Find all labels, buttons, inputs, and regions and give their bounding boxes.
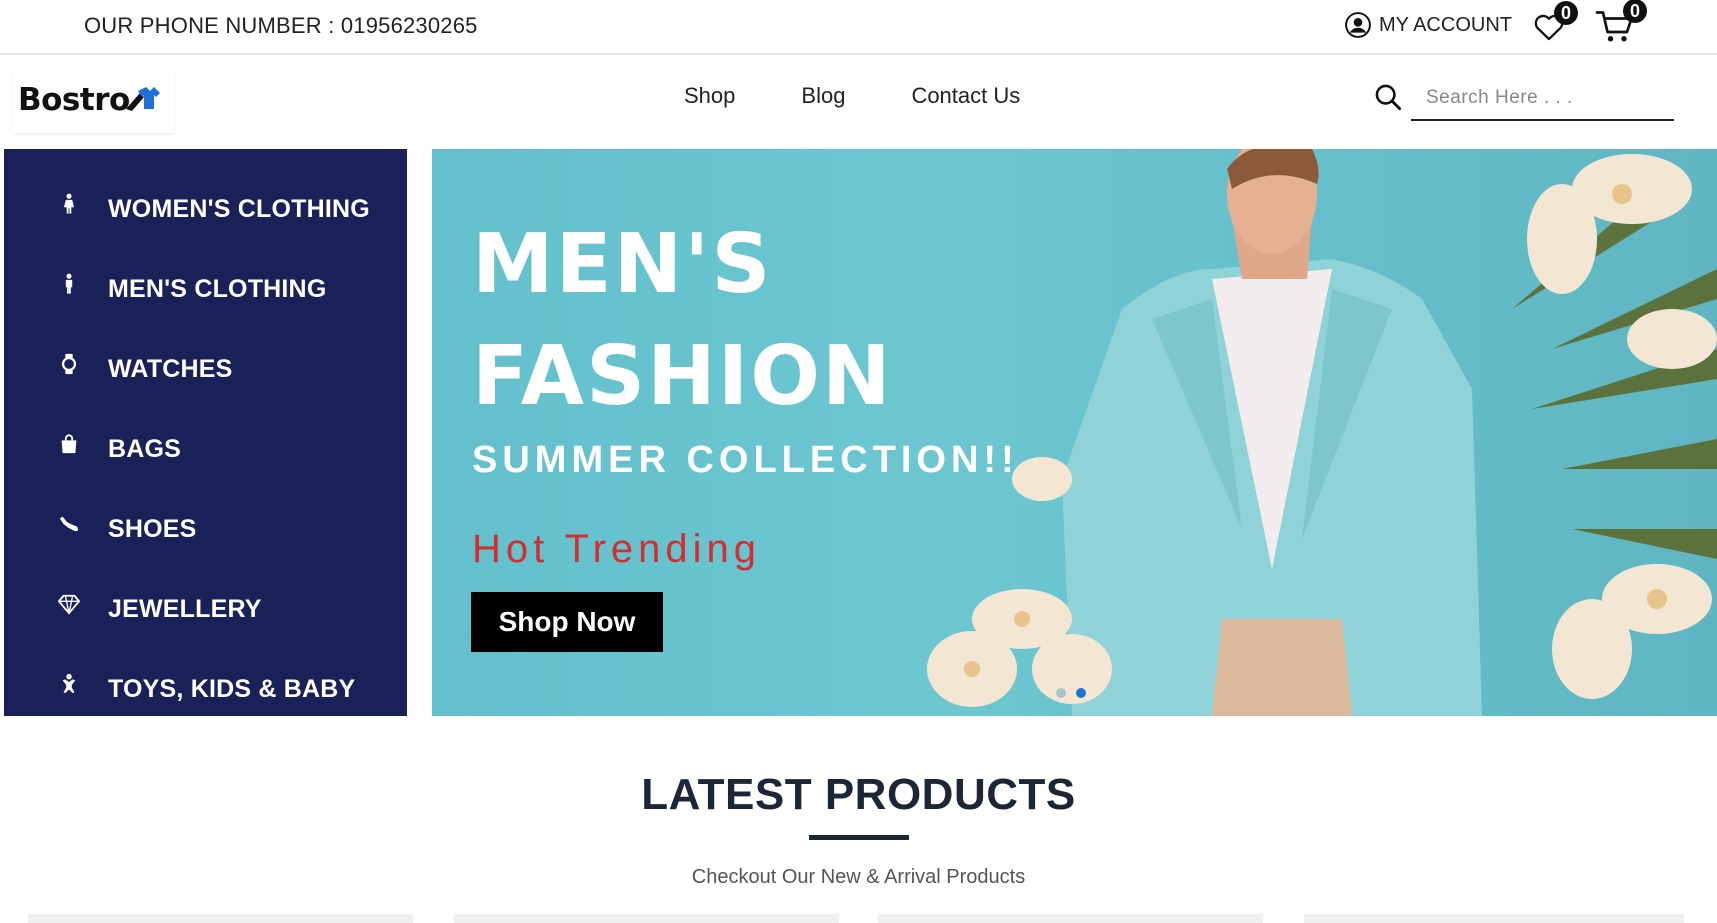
category-label: WATCHES bbox=[108, 354, 233, 383]
watch-icon bbox=[54, 349, 84, 379]
category-jewellery[interactable]: JEWELLERY bbox=[4, 569, 407, 649]
top-bar: OUR PHONE NUMBER : 01956230265 MY ACCOUN… bbox=[0, 0, 1717, 55]
shop-now-button[interactable]: Shop Now bbox=[471, 592, 663, 652]
section-subtitle: Checkout Our New & Arrival Products bbox=[691, 866, 1026, 888]
carousel-dot-1[interactable] bbox=[1056, 688, 1066, 698]
my-account-link[interactable]: MY ACCOUNT bbox=[1345, 12, 1512, 38]
category-toys-kids-baby[interactable]: TOYS, KIDS & BABY bbox=[4, 649, 407, 729]
shoe-icon bbox=[54, 509, 84, 539]
phone-number: OUR PHONE NUMBER : 01956230265 bbox=[84, 13, 478, 38]
male-icon bbox=[54, 269, 84, 299]
search-input[interactable] bbox=[1411, 77, 1674, 119]
category-bags[interactable]: BAGS bbox=[4, 409, 407, 489]
wishlist-count-badge: 0 bbox=[1554, 1, 1578, 25]
product-card[interactable] bbox=[1304, 914, 1684, 923]
cart-button[interactable]: 0 bbox=[1595, 0, 1647, 44]
female-icon bbox=[54, 189, 84, 219]
main-nav: Shop Blog Contact Us bbox=[684, 83, 1020, 109]
diamond-icon bbox=[54, 589, 84, 619]
product-card[interactable] bbox=[454, 914, 839, 923]
bag-icon bbox=[54, 429, 84, 459]
logo-text: Bostro bbox=[18, 82, 130, 118]
category-womens-clothing[interactable]: WOMEN'S CLOTHING bbox=[4, 169, 407, 249]
category-mens-clothing[interactable]: MEN'S CLOTHING bbox=[4, 249, 407, 329]
cart-count-badge: 0 bbox=[1623, 0, 1647, 23]
carousel-dots bbox=[1056, 688, 1086, 698]
nav-contact-us[interactable]: Contact Us bbox=[911, 83, 1020, 109]
category-watches[interactable]: WATCHES bbox=[4, 329, 407, 409]
logo-shirt-icon bbox=[125, 87, 160, 111]
category-label: TOYS, KIDS & BABY bbox=[108, 674, 356, 703]
wishlist-button[interactable]: 0 bbox=[1532, 1, 1578, 44]
carousel-dot-2[interactable] bbox=[1076, 688, 1086, 698]
site-logo[interactable]: Bostro bbox=[12, 67, 174, 133]
main-header: Bostro Shop Blog Contact Us bbox=[0, 57, 1717, 143]
baby-icon bbox=[54, 669, 84, 699]
user-circle-icon bbox=[1345, 12, 1371, 38]
hero-subtitle: SUMMER COLLECTION!! bbox=[472, 439, 1019, 481]
category-label: SHOES bbox=[108, 514, 197, 543]
product-card[interactable] bbox=[878, 914, 1263, 923]
hero-model-image bbox=[927, 149, 1717, 716]
hero-banner: MEN'S FASHION SUMMER COLLECTION!! Hot Tr… bbox=[432, 149, 1717, 716]
search-icon[interactable] bbox=[1374, 83, 1402, 111]
search-box bbox=[1411, 77, 1674, 121]
nav-shop[interactable]: Shop bbox=[684, 83, 735, 109]
category-sidebar: WOMEN'S CLOTHING MEN'S CLOTHING WATCHES … bbox=[4, 149, 407, 716]
my-account-label: MY ACCOUNT bbox=[1379, 13, 1512, 36]
hero-title-line-1: MEN'S bbox=[472, 217, 773, 312]
nav-blog[interactable]: Blog bbox=[801, 83, 845, 109]
category-label: JEWELLERY bbox=[108, 594, 262, 623]
hero-trending-label: Hot Trending bbox=[472, 527, 762, 571]
category-label: WOMEN'S CLOTHING bbox=[108, 194, 370, 223]
category-shoes[interactable]: SHOES bbox=[4, 489, 407, 569]
category-label: MEN'S CLOTHING bbox=[108, 274, 327, 303]
section-title: LATEST PRODUCTS bbox=[641, 770, 1076, 819]
product-card[interactable] bbox=[28, 914, 413, 923]
section-title-underline bbox=[809, 835, 909, 840]
category-label: BAGS bbox=[108, 434, 182, 463]
hero-title-line-2: FASHION bbox=[472, 329, 893, 424]
